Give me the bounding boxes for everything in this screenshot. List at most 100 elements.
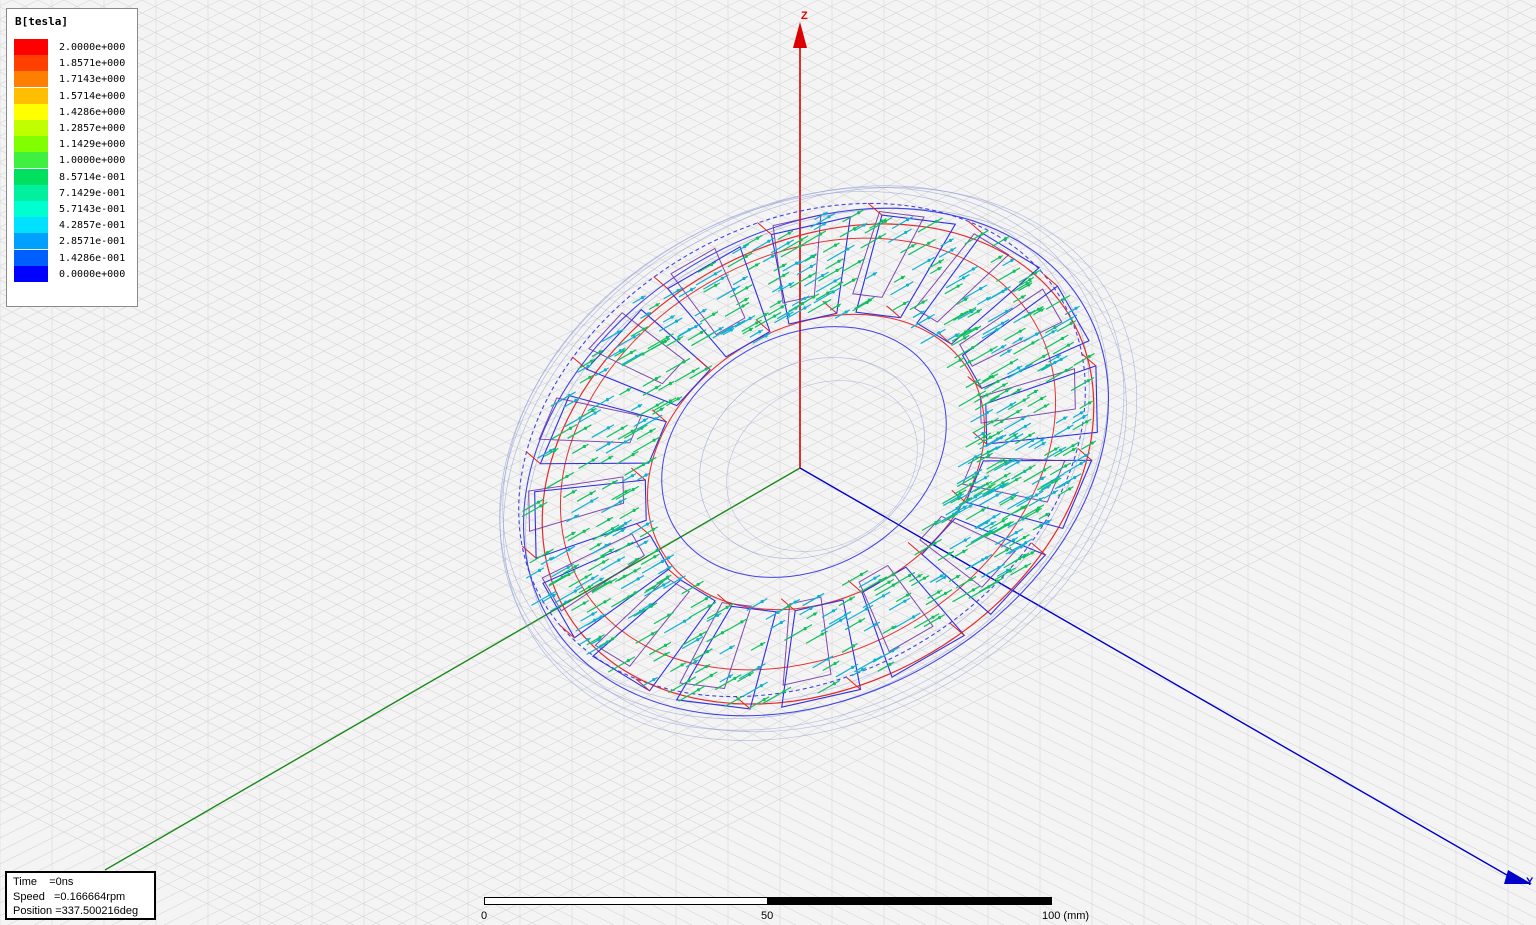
field-vector-head [888,662,892,666]
legend-row: 1.8571e+000 [7,55,139,72]
field-vector-head [975,379,979,383]
animation-info-box: Time =0ns Speed =0.166664rpm Position =3… [5,871,156,920]
field-vector-head [985,393,989,397]
field-vector-head [1064,368,1068,373]
field-vector-head [813,612,817,616]
field-vector-head [757,330,762,334]
field-vector-head [822,212,826,216]
field-vector-arrow [615,485,640,500]
legend-swatch [14,39,48,55]
field-vector-head [835,268,839,272]
field-vector-head [990,521,994,526]
field-vector-head [985,410,989,415]
legend-swatch [14,87,48,104]
field-vector-head [725,605,729,609]
field-vector-head [782,273,786,277]
field-vector-head [911,244,915,248]
field-vector-head [648,603,652,607]
field-vector-head [1025,365,1029,369]
scale-label-50: 50 [761,910,774,922]
field-vector-head [778,285,783,290]
field-vector-head [1025,282,1029,286]
field-vector-head [704,597,708,601]
field-vector-head [1004,474,1008,478]
field-vector-head [1069,316,1073,321]
field-vector-head [861,668,865,672]
field-vector-head [1040,396,1044,401]
field-vector-head [1014,530,1018,535]
field-vector-head [654,417,658,421]
z-axis-arrowhead [793,22,807,48]
field-vector-head [696,582,700,587]
tooth-depth-edge [717,593,732,607]
field-vector-head [820,632,824,636]
field-vector-head [620,426,624,430]
z-axis-label: Z [801,10,808,22]
time-readout: Time =0ns [13,876,74,888]
field-vector-arrow [854,655,883,673]
field-vector-head [1010,496,1014,500]
field-vector-head [992,515,996,519]
field-vector-head [617,558,621,562]
field-vector-head [987,585,991,589]
field-vector-head [1052,490,1056,494]
field-vector-head [664,652,668,656]
legend-value-label: 7.1429e-001 [59,187,126,199]
field-plot-scene[interactable] [0,0,1536,925]
field-vector-head [1012,493,1016,497]
field-vector-head [823,301,827,305]
field-vector-head [549,557,553,561]
field-vector-head [1024,564,1028,568]
field-vector-head [904,230,908,235]
field-vector-head [962,549,966,553]
field-vector-head [864,607,869,611]
field-vector-head [582,601,586,605]
field-vector-arrow [822,660,840,672]
field-vector-head [850,665,855,669]
field-vector-head [539,504,543,508]
field-vector-head [598,350,602,354]
field-vector-head [922,576,927,580]
field-vector-head [755,236,760,240]
field-vector-head [650,632,655,636]
field-vector-head [1024,541,1028,545]
field-vector-arrow [854,296,875,310]
field-vector-head [699,330,704,335]
field-vector-head [596,543,601,547]
field-vector-head [891,626,895,630]
field-vector-head [567,572,571,577]
field-vector-head [1016,410,1020,414]
field-vector-head [1059,357,1063,361]
legend-swatch [14,136,48,153]
field-vector-head [757,665,761,670]
field-vector-arrow [957,452,982,468]
position-readout: Position =337.500216deg [13,905,139,917]
field-vector-head [548,593,552,597]
legend-row: 1.5714e+000 [7,87,139,104]
field-vector-head [981,558,985,562]
field-vector-head [574,398,578,402]
field-vector-head [1001,519,1005,523]
field-vector-head [1045,512,1049,517]
field-vector-arrow [719,644,735,655]
legend-value-label: 8.5714e-001 [59,171,126,183]
legend-value-label: 1.0000e+000 [59,155,126,167]
legend-swatch [14,168,48,185]
3d-viewport[interactable] [0,0,1536,925]
field-vector-head [1040,308,1044,312]
field-vector-head [1023,424,1027,428]
field-vector-head [711,312,716,316]
background-grid [0,0,1536,925]
field-vector-head [938,615,942,620]
field-vector-head [627,542,631,547]
field-vector-head [921,300,925,304]
field-vector-head [1008,569,1012,573]
field-vector-arrow [588,558,609,572]
field-vector-head [536,500,540,504]
field-vector-head [583,426,588,430]
field-vector-arrow [600,556,626,572]
field-vector-head [1016,366,1020,370]
field-vector-head [590,499,594,503]
field-vector-head [747,673,752,677]
field-vector-head [630,474,635,478]
